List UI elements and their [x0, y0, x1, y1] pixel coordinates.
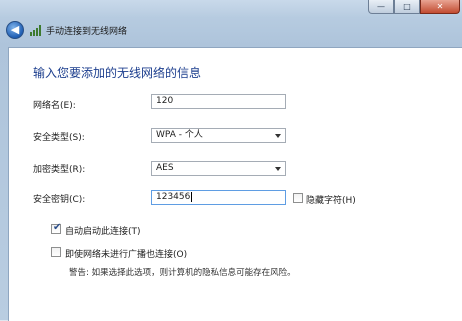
- network-name-label: 网络名(E):: [33, 101, 76, 111]
- close-button[interactable]: ✕: [420, 0, 460, 14]
- privacy-warning-text: 警告: 如果选择此选项，则计算机的隐私信息可能存在风险。: [69, 268, 296, 278]
- security-type-value: WPA - 个人: [156, 130, 203, 140]
- security-key-label: 安全密钥(C):: [33, 195, 86, 205]
- page-heading: 输入您要添加的无线网络的信息: [33, 66, 202, 80]
- encryption-type-dropdown[interactable]: AES: [151, 161, 286, 176]
- security-key-value: 123456: [156, 192, 191, 202]
- chevron-down-icon: [275, 134, 281, 138]
- window-title: 手动连接到无线网络: [46, 27, 128, 37]
- maximize-button[interactable]: □: [394, 0, 420, 14]
- connect-hidden-checkbox[interactable]: [51, 247, 61, 257]
- wireless-network-icon: [30, 25, 41, 36]
- window-frame: — □ ✕ ◀ 手动连接到无线网络 输入您要添加的无线网络的信息 网络名(E):…: [0, 0, 462, 321]
- auto-start-label: 自动启动此连接(T): [65, 227, 141, 237]
- hide-chars-checkbox[interactable]: [293, 193, 303, 203]
- security-type-label: 安全类型(S):: [33, 133, 85, 143]
- title-bar: ◀ 手动连接到无线网络: [0, 16, 462, 44]
- chevron-down-icon: [275, 167, 281, 171]
- security-key-input[interactable]: 123456: [151, 190, 286, 205]
- text-caret: [191, 191, 193, 202]
- encryption-type-label: 加密类型(R):: [33, 165, 86, 175]
- hide-chars-label: 隐藏字符(H): [306, 196, 356, 206]
- checkmark-icon: ✔: [53, 222, 62, 233]
- network-name-value: 120: [156, 96, 174, 106]
- back-arrow-icon[interactable]: ◀: [6, 21, 24, 39]
- auto-start-checkbox[interactable]: ✔: [51, 222, 62, 234]
- connect-hidden-label: 即使网络未进行广播也连接(O): [65, 250, 188, 260]
- network-name-input[interactable]: 120: [151, 94, 286, 109]
- security-type-dropdown[interactable]: WPA - 个人: [151, 128, 286, 143]
- caption-controls: — □ ✕: [368, 0, 460, 14]
- minimize-button[interactable]: —: [368, 0, 394, 14]
- content-panel: 输入您要添加的无线网络的信息 网络名(E): 120 安全类型(S): WPA …: [8, 47, 462, 321]
- encryption-type-value: AES: [156, 163, 174, 173]
